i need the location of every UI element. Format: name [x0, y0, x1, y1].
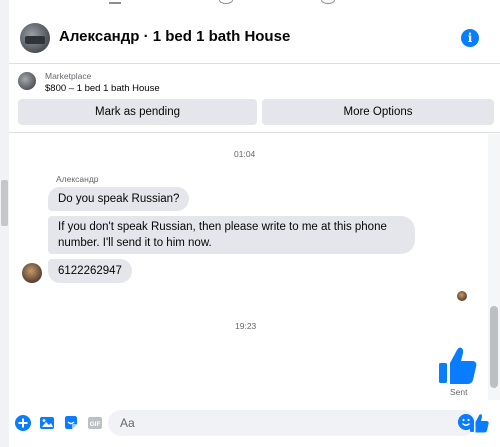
like-icon[interactable]: [469, 413, 489, 433]
sent-status: Sent: [450, 387, 468, 397]
messages-scrollbar[interactable]: [488, 134, 500, 400]
window-fragment-icon: [321, 0, 335, 4]
minimize-fragment-icon: [109, 2, 121, 4]
listing-thumbnail[interactable]: [18, 72, 36, 90]
gif-icon[interactable]: GIF: [87, 415, 103, 431]
svg-text:GIF: GIF: [90, 421, 101, 428]
more-options-button[interactable]: More Options: [262, 99, 494, 125]
sender-name: Александр: [56, 174, 99, 184]
plus-icon[interactable]: [15, 415, 31, 431]
message-bubble[interactable]: If you don't speak Russian, then please …: [48, 216, 415, 254]
page-scrollbar[interactable]: [0, 0, 9, 447]
chat-title[interactable]: Александр · 1 bed 1 bath House: [59, 28, 290, 45]
marketplace-listing: Marketplace $800 – 1 bed 1 bath House Ma…: [9, 65, 500, 133]
top-strip: [9, 0, 500, 14]
sticker-icon[interactable]: [63, 415, 79, 431]
message-bubble[interactable]: Do you speak Russian?: [48, 187, 190, 211]
composer: GIF Aa: [9, 400, 500, 447]
chat-window: Александр · 1 bed 1 bath House i Marketp…: [9, 0, 500, 447]
sender-avatar[interactable]: [22, 263, 42, 283]
window-fragment-icon: [219, 0, 233, 4]
message-placeholder: Aa: [120, 416, 135, 430]
listing-subtitle[interactable]: $800 – 1 bed 1 bath House: [45, 83, 160, 94]
read-receipt-avatar: [457, 291, 467, 301]
mark-as-pending-button[interactable]: Mark as pending: [18, 99, 257, 125]
messages-scrollbar-thumb[interactable]: [490, 306, 498, 388]
message-bubble[interactable]: 6122262947: [48, 259, 132, 283]
contact-avatar[interactable]: [20, 23, 50, 53]
chat-header: Александр · 1 bed 1 bath House i: [9, 14, 500, 64]
listing-label: Marketplace: [45, 71, 92, 81]
image-icon[interactable]: [39, 415, 55, 431]
info-icon[interactable]: i: [461, 29, 479, 47]
timestamp: 01:04: [234, 149, 256, 159]
sent-like-icon[interactable]: [437, 345, 477, 385]
timestamp: 19:23: [235, 321, 257, 331]
page-scrollbar-thumb[interactable]: [1, 180, 8, 226]
message-input[interactable]: Aa: [108, 410, 476, 436]
message-list: 01:04 Александр Do you speak Russian? If…: [9, 134, 500, 400]
